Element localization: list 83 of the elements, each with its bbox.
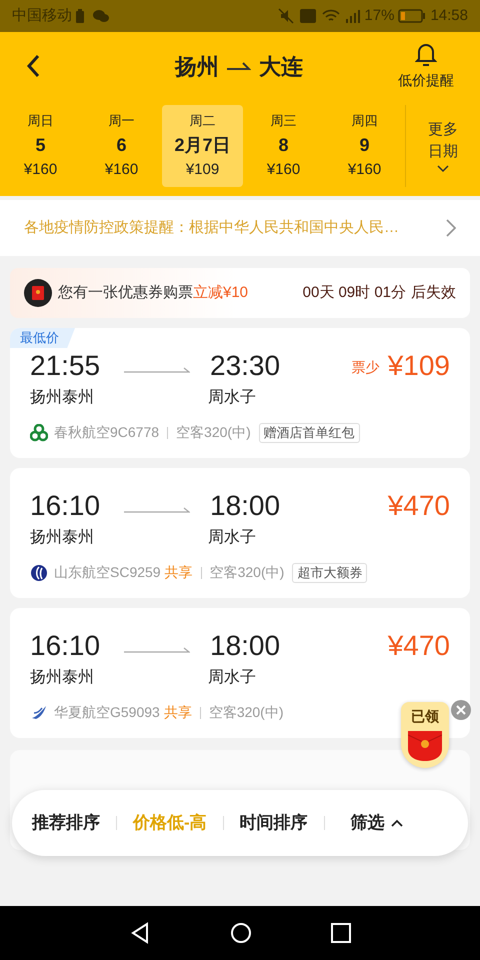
date-label: 6 xyxy=(116,134,126,156)
date-tab[interactable]: 周一 6 ¥160 xyxy=(81,105,162,187)
chevron-up-icon xyxy=(390,819,403,827)
ticket-price: ¥470 xyxy=(388,490,450,522)
departure-airport: 扬州泰州 xyxy=(30,668,95,688)
mute-icon xyxy=(278,8,294,24)
date-price: ¥160 xyxy=(266,160,300,180)
arrival-time: 23:30 xyxy=(210,350,280,382)
more-dates-button[interactable]: 更多日期 xyxy=(405,105,480,187)
promo-tag: 赠酒店首单红包 xyxy=(258,422,360,442)
weekday-label: 周三 xyxy=(270,112,296,130)
envelope-icon xyxy=(24,279,52,307)
flight-card[interactable]: 16:10 18:00 ¥470 扬州泰州 周水子 山东航空SC9259 共享 空客320(中) 超市大额券 xyxy=(10,468,470,598)
destination-city: 大连 xyxy=(259,52,303,80)
weekday-label: 周四 xyxy=(352,112,378,130)
departure-time: 16:10 xyxy=(30,630,102,662)
date-label: 5 xyxy=(35,134,46,156)
date-tab[interactable]: 周三 8 ¥160 xyxy=(243,105,324,187)
weekday-label: 周二 xyxy=(190,112,216,130)
arrival-airport: 周水子 xyxy=(208,388,256,408)
arrival-airport: 周水子 xyxy=(208,528,256,548)
recent-apps-icon[interactable] xyxy=(330,923,351,943)
close-icon xyxy=(456,705,466,715)
weekday-label: 周一 xyxy=(108,112,134,130)
arrival-time: 18:00 xyxy=(210,630,280,662)
departure-time: 21:55 xyxy=(30,350,102,382)
date-label: 8 xyxy=(278,134,288,156)
few-tickets-label: 票少 xyxy=(352,358,380,376)
coupon-discount: 立减¥10 xyxy=(193,282,248,303)
date-tab[interactable]: 周二 2月7日 ¥109 xyxy=(162,105,243,187)
sort-option[interactable]: 推荐排序 xyxy=(32,810,100,836)
expiry-label: 后失效 xyxy=(411,282,456,303)
codeshare-label: 共享 xyxy=(164,703,192,722)
claimed-coupon-button[interactable]: 已领 xyxy=(401,702,449,768)
chevron-right-icon xyxy=(446,219,456,237)
chat-icon xyxy=(92,9,110,23)
battery-icon xyxy=(398,9,426,23)
back-icon xyxy=(26,54,40,78)
airline-logo-icon xyxy=(30,564,48,582)
bell-icon xyxy=(415,42,437,66)
departure-airport: 扬州泰州 xyxy=(30,388,95,408)
carrier-label: 中国移动 xyxy=(12,6,72,26)
sort-option[interactable]: 时间排序 xyxy=(240,810,308,836)
envelope-icon xyxy=(408,731,442,761)
date-tab[interactable]: 周日 5 ¥160 xyxy=(0,105,81,187)
aircraft-type: 空客320(中) xyxy=(176,423,251,442)
arrival-time: 18:00 xyxy=(210,490,280,522)
weekday-label: 周日 xyxy=(28,112,54,130)
arrival-airport: 周水子 xyxy=(208,668,256,688)
countdown-timer: 00天 09时 01分 xyxy=(302,282,406,303)
filter-button[interactable]: 筛选 xyxy=(350,810,403,836)
signal-icon xyxy=(344,9,362,23)
flight-number: 山东航空SC9259 xyxy=(54,563,161,582)
date-label: 2月7日 xyxy=(174,134,231,156)
codeshare-label: 共享 xyxy=(164,563,193,582)
battery-charging-icon xyxy=(76,9,84,23)
wifi-icon xyxy=(322,9,340,23)
origin-city: 扬州 xyxy=(175,52,219,80)
flight-number: 春秋航空9C6778 xyxy=(54,423,160,442)
home-nav-icon[interactable] xyxy=(230,922,252,944)
date-price: ¥160 xyxy=(24,160,58,180)
date-label: 9 xyxy=(359,134,370,156)
ticket-price: ¥470 xyxy=(388,630,450,662)
coupon-text: 您有一张优惠券购票 xyxy=(58,282,193,303)
date-price: ¥160 xyxy=(348,160,382,180)
chevron-down-icon xyxy=(437,165,449,173)
airline-logo-icon xyxy=(30,424,48,442)
promo-tag: 超市大额券 xyxy=(292,562,368,582)
date-tab[interactable]: 周四 9 ¥160 xyxy=(324,105,405,187)
aircraft-type: 空客320(中) xyxy=(208,703,284,722)
aircraft-type: 空客320(中) xyxy=(210,563,284,582)
date-price: ¥160 xyxy=(104,160,138,180)
flight-number: 华夏航空G59093 xyxy=(54,703,160,722)
date-price: ¥109 xyxy=(186,160,220,180)
flight-card[interactable]: 最低价 21:55 23:30 票少 ¥109 扬州泰州 周水子 春秋航空9C6778 空客320(中) 赠酒店首单红包 xyxy=(10,328,470,458)
lowest-price-badge: 最低价 xyxy=(10,328,75,348)
battery-percent: 17% xyxy=(364,6,394,26)
ticket-price: ¥109 xyxy=(388,350,450,382)
notice-text: 各地疫情防控政策提醒：根据中华人民共和国中央人民… xyxy=(24,218,400,238)
departure-time: 16:10 xyxy=(30,490,102,522)
price-alert-button[interactable]: 低价提醒 xyxy=(398,42,454,90)
clock-time: 14:58 xyxy=(430,6,468,26)
departure-airport: 扬州泰州 xyxy=(30,528,95,548)
